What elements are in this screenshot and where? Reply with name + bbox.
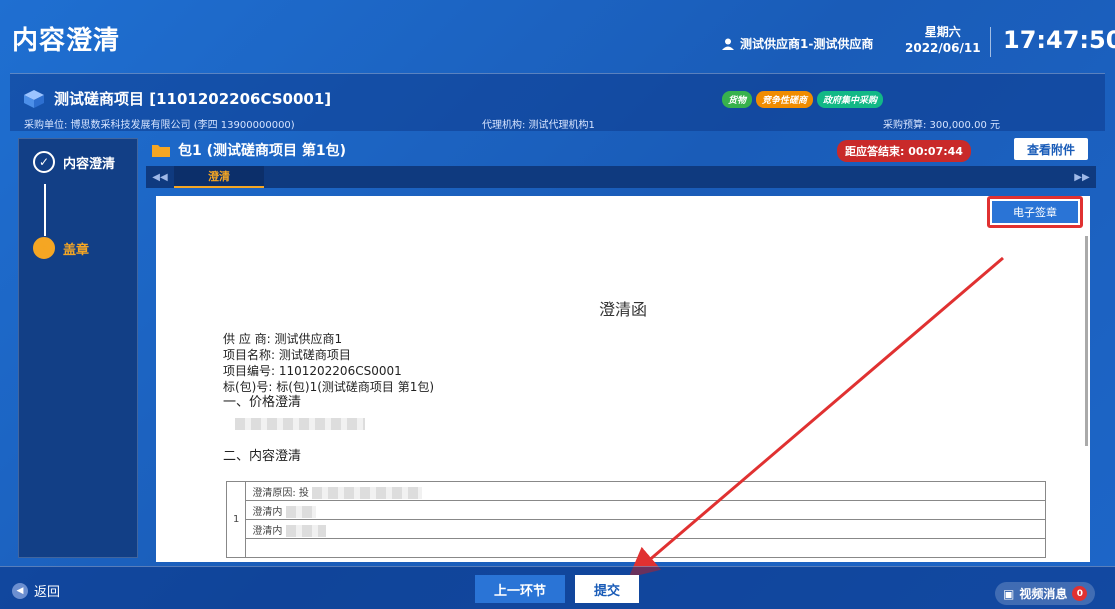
prev-step-button[interactable]: 上一环节 — [475, 575, 565, 603]
blurred-text — [285, 524, 326, 537]
user-info: 测试供应商1-测试供应商 — [722, 35, 873, 52]
submit-button[interactable]: 提交 — [575, 575, 639, 603]
doc-scrollbar[interactable] — [1085, 236, 1088, 446]
user-name: 测试供应商1-测试供应商 — [740, 37, 874, 51]
project-name-line: 项目名称: 测试磋商项目 — [223, 348, 351, 362]
back-label: 返回 — [34, 585, 61, 600]
project-name: 测试磋商项目 [1101202206CS0001] — [54, 90, 332, 108]
date: 2022/06/11 — [905, 41, 981, 55]
pen-icon: ✎ — [33, 237, 55, 259]
video-message-button[interactable]: ▣ 视频消息 0 — [995, 582, 1096, 605]
tag-list: 货物 竞争性磋商 政府集中采购 — [722, 91, 884, 108]
blurred-text — [285, 505, 316, 518]
section-content: 二、内容澄清 — [223, 449, 302, 464]
table-row — [245, 538, 1046, 558]
project-title: 测试磋商项目 [1101202206CS0001] — [24, 88, 331, 109]
back-icon: ◀ — [12, 582, 28, 599]
date-block: 星期六 2022/06/11 — [905, 24, 981, 56]
esign-highlight — [987, 196, 1083, 228]
main-panel: 包1 (测试磋商项目 第1包) 距应答结束: 00:07:44 查看附件 ◀◀ … — [146, 138, 1096, 562]
video-label: 视频消息 — [1019, 587, 1068, 601]
weekday: 星期六 — [924, 25, 961, 39]
clarify-content: 澄清内 — [252, 525, 283, 537]
clarify-item: 澄清内 — [252, 506, 283, 518]
step-sidebar: ✓ 内容澄清 ✎ 盖章 — [18, 138, 138, 558]
clock: 17:47:50 — [1003, 26, 1115, 54]
project-no-line: 项目编号: 1101202206CS0001 — [223, 364, 402, 378]
step-label: 盖章 — [63, 242, 90, 258]
cube-icon — [24, 89, 44, 108]
clarify-reason: 澄清原因: 投 — [252, 487, 309, 499]
countdown-badge: 距应答结束: 00:07:44 — [837, 140, 971, 162]
folder-icon — [152, 145, 170, 157]
tag-method: 竞争性磋商 — [756, 91, 814, 108]
app-title: 内容澄清 — [12, 26, 121, 56]
supplier-line: 供 应 商: 测试供应商1 — [223, 332, 343, 346]
video-icon: ▣ — [1003, 586, 1015, 601]
agency: 代理机构: 测试代理机构1 — [482, 120, 595, 131]
document-viewer: 电子签章 澄清函 供 应 商: 测试供应商1 项目名称: 测试磋商项目 项目编号… — [156, 196, 1090, 562]
step-label: 内容澄清 — [63, 156, 116, 172]
user-icon — [722, 38, 734, 50]
step-connector — [44, 184, 46, 236]
back-button[interactable]: ◀ 返回 — [12, 581, 60, 600]
blurred-text — [312, 486, 423, 499]
project-bar: 测试磋商项目 [1101202206CS0001] 货物 竞争性磋商 政府集中采… — [10, 73, 1105, 131]
letter-body: 供 应 商: 测试供应商1 项目名称: 测试磋商项目 项目编号: 1101202… — [223, 331, 434, 465]
section-price: 一、价格澄清 — [223, 395, 302, 410]
purchaser: 采购单位: 博思数采科技发展有限公司 (李四 13900000000) — [24, 120, 295, 131]
step-clarify[interactable]: ✓ 内容澄清 — [33, 151, 115, 173]
package-no-line: 标(包)号: 标(包)1(测试磋商项目 第1包) — [223, 380, 435, 394]
blurred-text — [235, 417, 365, 430]
video-count-badge: 0 — [1072, 586, 1088, 601]
tab-bar: ◀◀ 澄清 ▶▶ — [146, 166, 1096, 188]
step-seal[interactable]: ✎ 盖章 — [33, 237, 89, 259]
header-divider — [990, 27, 991, 57]
tab-prev-icon[interactable]: ◀◀ — [146, 172, 174, 183]
tab-next-icon[interactable]: ▶▶ — [1068, 172, 1096, 183]
package-title: 包1 (测试磋商项目 第1包) — [178, 143, 347, 159]
tag-goods: 货物 — [722, 91, 753, 108]
tab-clarify[interactable]: 澄清 — [174, 166, 264, 188]
bottom-bar: ◀ 返回 上一环节 提交 ▣ 视频消息 0 — [0, 566, 1115, 609]
clarify-table: 1 澄清原因: 投 澄清内 澄清内 — [225, 481, 1046, 558]
check-icon: ✓ — [33, 151, 55, 173]
tag-procurement: 政府集中采购 — [817, 91, 884, 108]
view-attachments-button[interactable]: 查看附件 — [1014, 138, 1088, 160]
letter-title: 澄清函 — [598, 300, 647, 319]
row-index: 1 — [225, 481, 247, 558]
budget: 采购预算: 300,000.00 元 — [883, 120, 1000, 131]
